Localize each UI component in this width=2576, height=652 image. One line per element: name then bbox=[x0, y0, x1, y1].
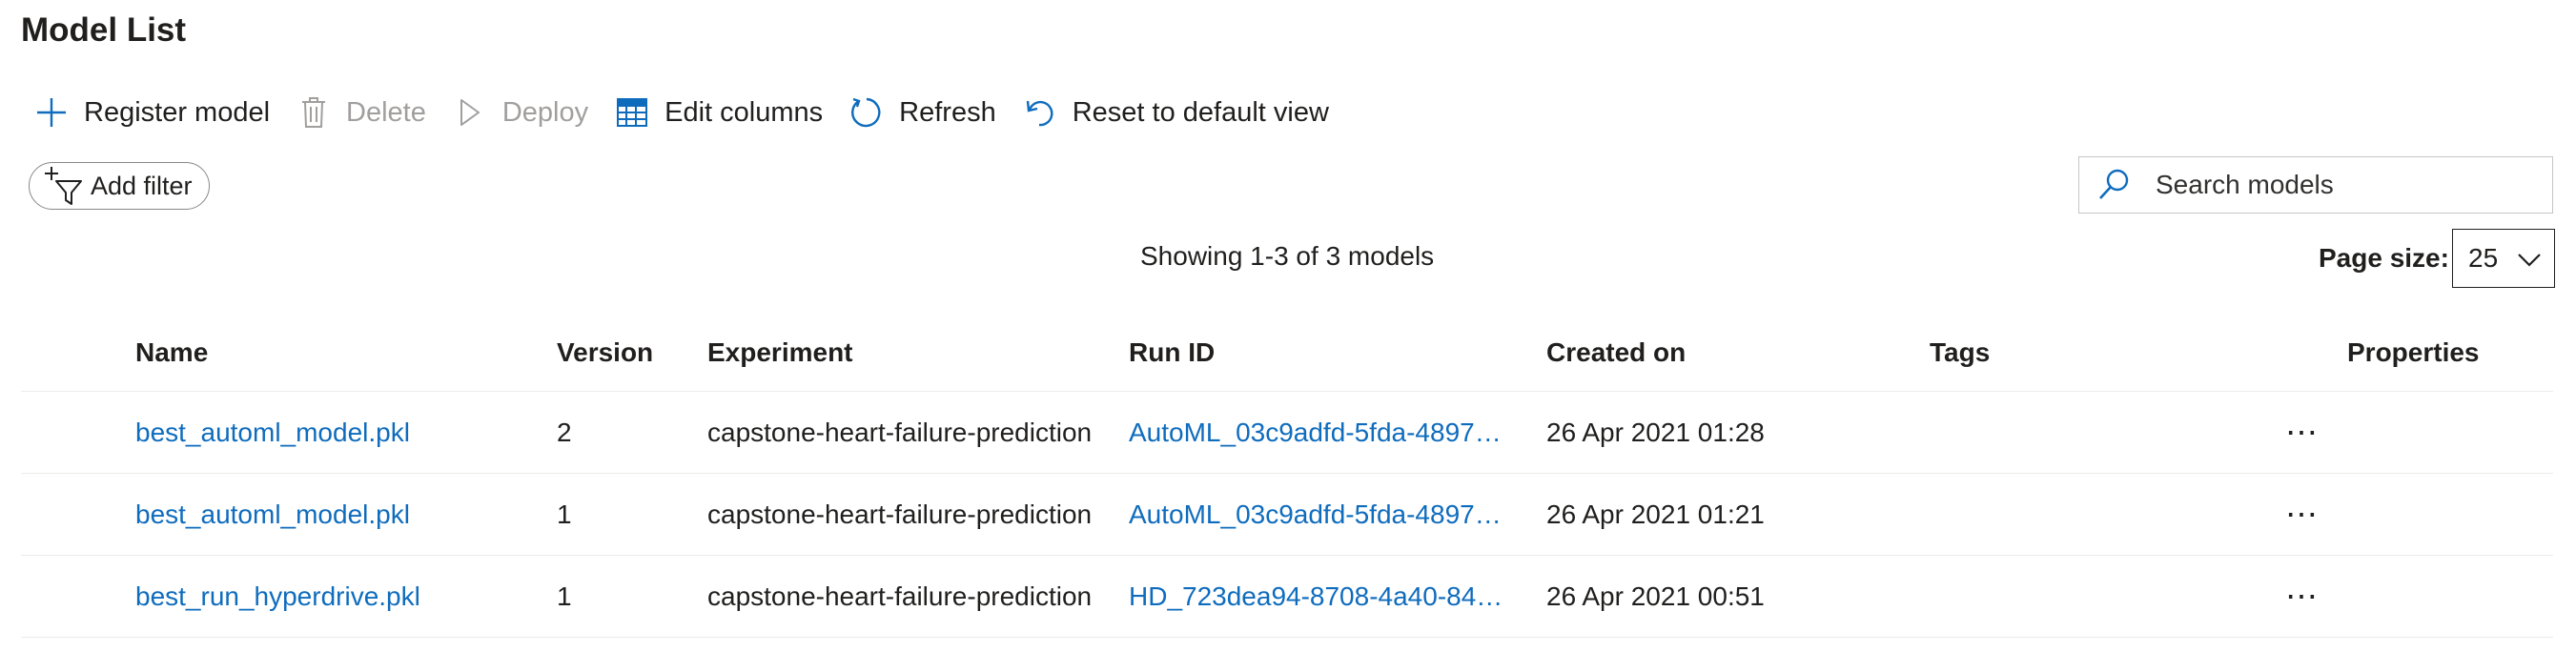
more-actions-button[interactable]: ⋯ bbox=[2263, 474, 2340, 555]
results-count: Showing 1-3 of 3 models bbox=[1140, 241, 1435, 271]
run-id-text: HD_723dea94-8708-4a40-8457... bbox=[1129, 581, 1510, 611]
model-experiment: capstone-heart-failure-prediction bbox=[707, 581, 1093, 611]
more-actions-button[interactable]: ⋯ bbox=[2263, 392, 2340, 473]
refresh-icon bbox=[848, 93, 886, 132]
column-header-properties[interactable]: Properties bbox=[2347, 315, 2538, 391]
add-filter-icon bbox=[43, 164, 87, 208]
model-tags bbox=[1930, 392, 2120, 473]
page-title: Model List bbox=[21, 11, 187, 49]
refresh-button[interactable]: Refresh bbox=[836, 88, 1010, 137]
model-tags bbox=[1930, 474, 2120, 555]
table-row[interactable]: best_run_hyperdrive.pkl 1 capstone-heart… bbox=[21, 556, 2553, 638]
deploy-label: Deploy bbox=[501, 96, 589, 128]
edit-columns-label: Edit columns bbox=[664, 96, 824, 128]
register-model-label: Register model bbox=[84, 96, 271, 128]
run-id-link[interactable]: HD_723dea94-8708-4a40-8457... bbox=[1129, 556, 1529, 637]
model-tags bbox=[1930, 556, 2120, 637]
model-name-link[interactable]: best_automl_model.pkl bbox=[135, 474, 536, 555]
search-box[interactable] bbox=[2078, 156, 2553, 214]
deploy-button[interactable]: Deploy bbox=[440, 88, 602, 137]
undo-icon bbox=[1021, 93, 1059, 132]
edit-columns-button[interactable]: Edit columns bbox=[602, 88, 836, 137]
models-table: Name Version Experiment Run ID Created o… bbox=[21, 315, 2553, 638]
add-filter-button[interactable]: Add filter bbox=[29, 162, 210, 210]
command-bar: Register model Delete Deploy Edit column… bbox=[21, 88, 1342, 137]
run-id-text: AutoML_03c9adfd-5fda-4897-9... bbox=[1129, 499, 1510, 529]
model-version: 1 bbox=[557, 581, 572, 611]
trash-icon bbox=[295, 93, 333, 132]
table-header: Name Version Experiment Run ID Created o… bbox=[21, 315, 2553, 392]
run-id-text: AutoML_03c9adfd-5fda-4897-9... bbox=[1129, 417, 1510, 447]
table-row[interactable]: best_automl_model.pkl 1 capstone-heart-f… bbox=[21, 474, 2553, 556]
column-header-created-on[interactable]: Created on bbox=[1546, 315, 1918, 391]
model-version: 2 bbox=[557, 417, 572, 447]
model-created-on: 26 Apr 2021 00:51 bbox=[1546, 581, 1765, 611]
search-input[interactable] bbox=[2154, 169, 2539, 201]
model-created-on: 26 Apr 2021 01:21 bbox=[1546, 499, 1765, 529]
plus-icon bbox=[32, 93, 71, 132]
add-filter-label: Add filter bbox=[91, 171, 193, 200]
column-header-name[interactable]: Name bbox=[135, 315, 536, 391]
model-created-on: 26 Apr 2021 01:28 bbox=[1546, 417, 1765, 447]
page-size-dropdown[interactable]: 25 bbox=[2452, 229, 2555, 288]
reset-default-view-label: Reset to default view bbox=[1072, 96, 1329, 128]
search-icon bbox=[2096, 168, 2131, 202]
table-columns-icon bbox=[613, 93, 651, 132]
run-id-link[interactable]: AutoML_03c9adfd-5fda-4897-9... bbox=[1129, 392, 1529, 473]
reset-default-view-button[interactable]: Reset to default view bbox=[1010, 88, 1342, 137]
refresh-label: Refresh bbox=[899, 96, 996, 128]
play-icon bbox=[451, 93, 489, 132]
column-header-experiment[interactable]: Experiment bbox=[707, 315, 1117, 391]
column-header-tags[interactable]: Tags bbox=[1930, 315, 2120, 391]
more-actions-button[interactable]: ⋯ bbox=[2263, 556, 2340, 637]
model-experiment: capstone-heart-failure-prediction bbox=[707, 417, 1093, 447]
delete-label: Delete bbox=[346, 96, 426, 128]
model-name-link[interactable]: best_automl_model.pkl bbox=[135, 392, 536, 473]
run-id-link[interactable]: AutoML_03c9adfd-5fda-4897-9... bbox=[1129, 474, 1529, 555]
model-name-link[interactable]: best_run_hyperdrive.pkl bbox=[135, 556, 536, 637]
model-experiment: capstone-heart-failure-prediction bbox=[707, 499, 1093, 529]
column-header-run-id[interactable]: Run ID bbox=[1129, 315, 1529, 391]
model-version: 1 bbox=[557, 499, 572, 529]
page-size-value: 25 bbox=[2468, 243, 2499, 273]
chevron-down-icon bbox=[2516, 247, 2543, 270]
column-header-version[interactable]: Version bbox=[557, 315, 700, 391]
page-size-label: Page size: bbox=[2319, 243, 2449, 273]
table-row[interactable]: best_automl_model.pkl 2 capstone-heart-f… bbox=[21, 392, 2553, 474]
register-model-button[interactable]: Register model bbox=[21, 88, 283, 137]
delete-button[interactable]: Delete bbox=[283, 88, 440, 137]
